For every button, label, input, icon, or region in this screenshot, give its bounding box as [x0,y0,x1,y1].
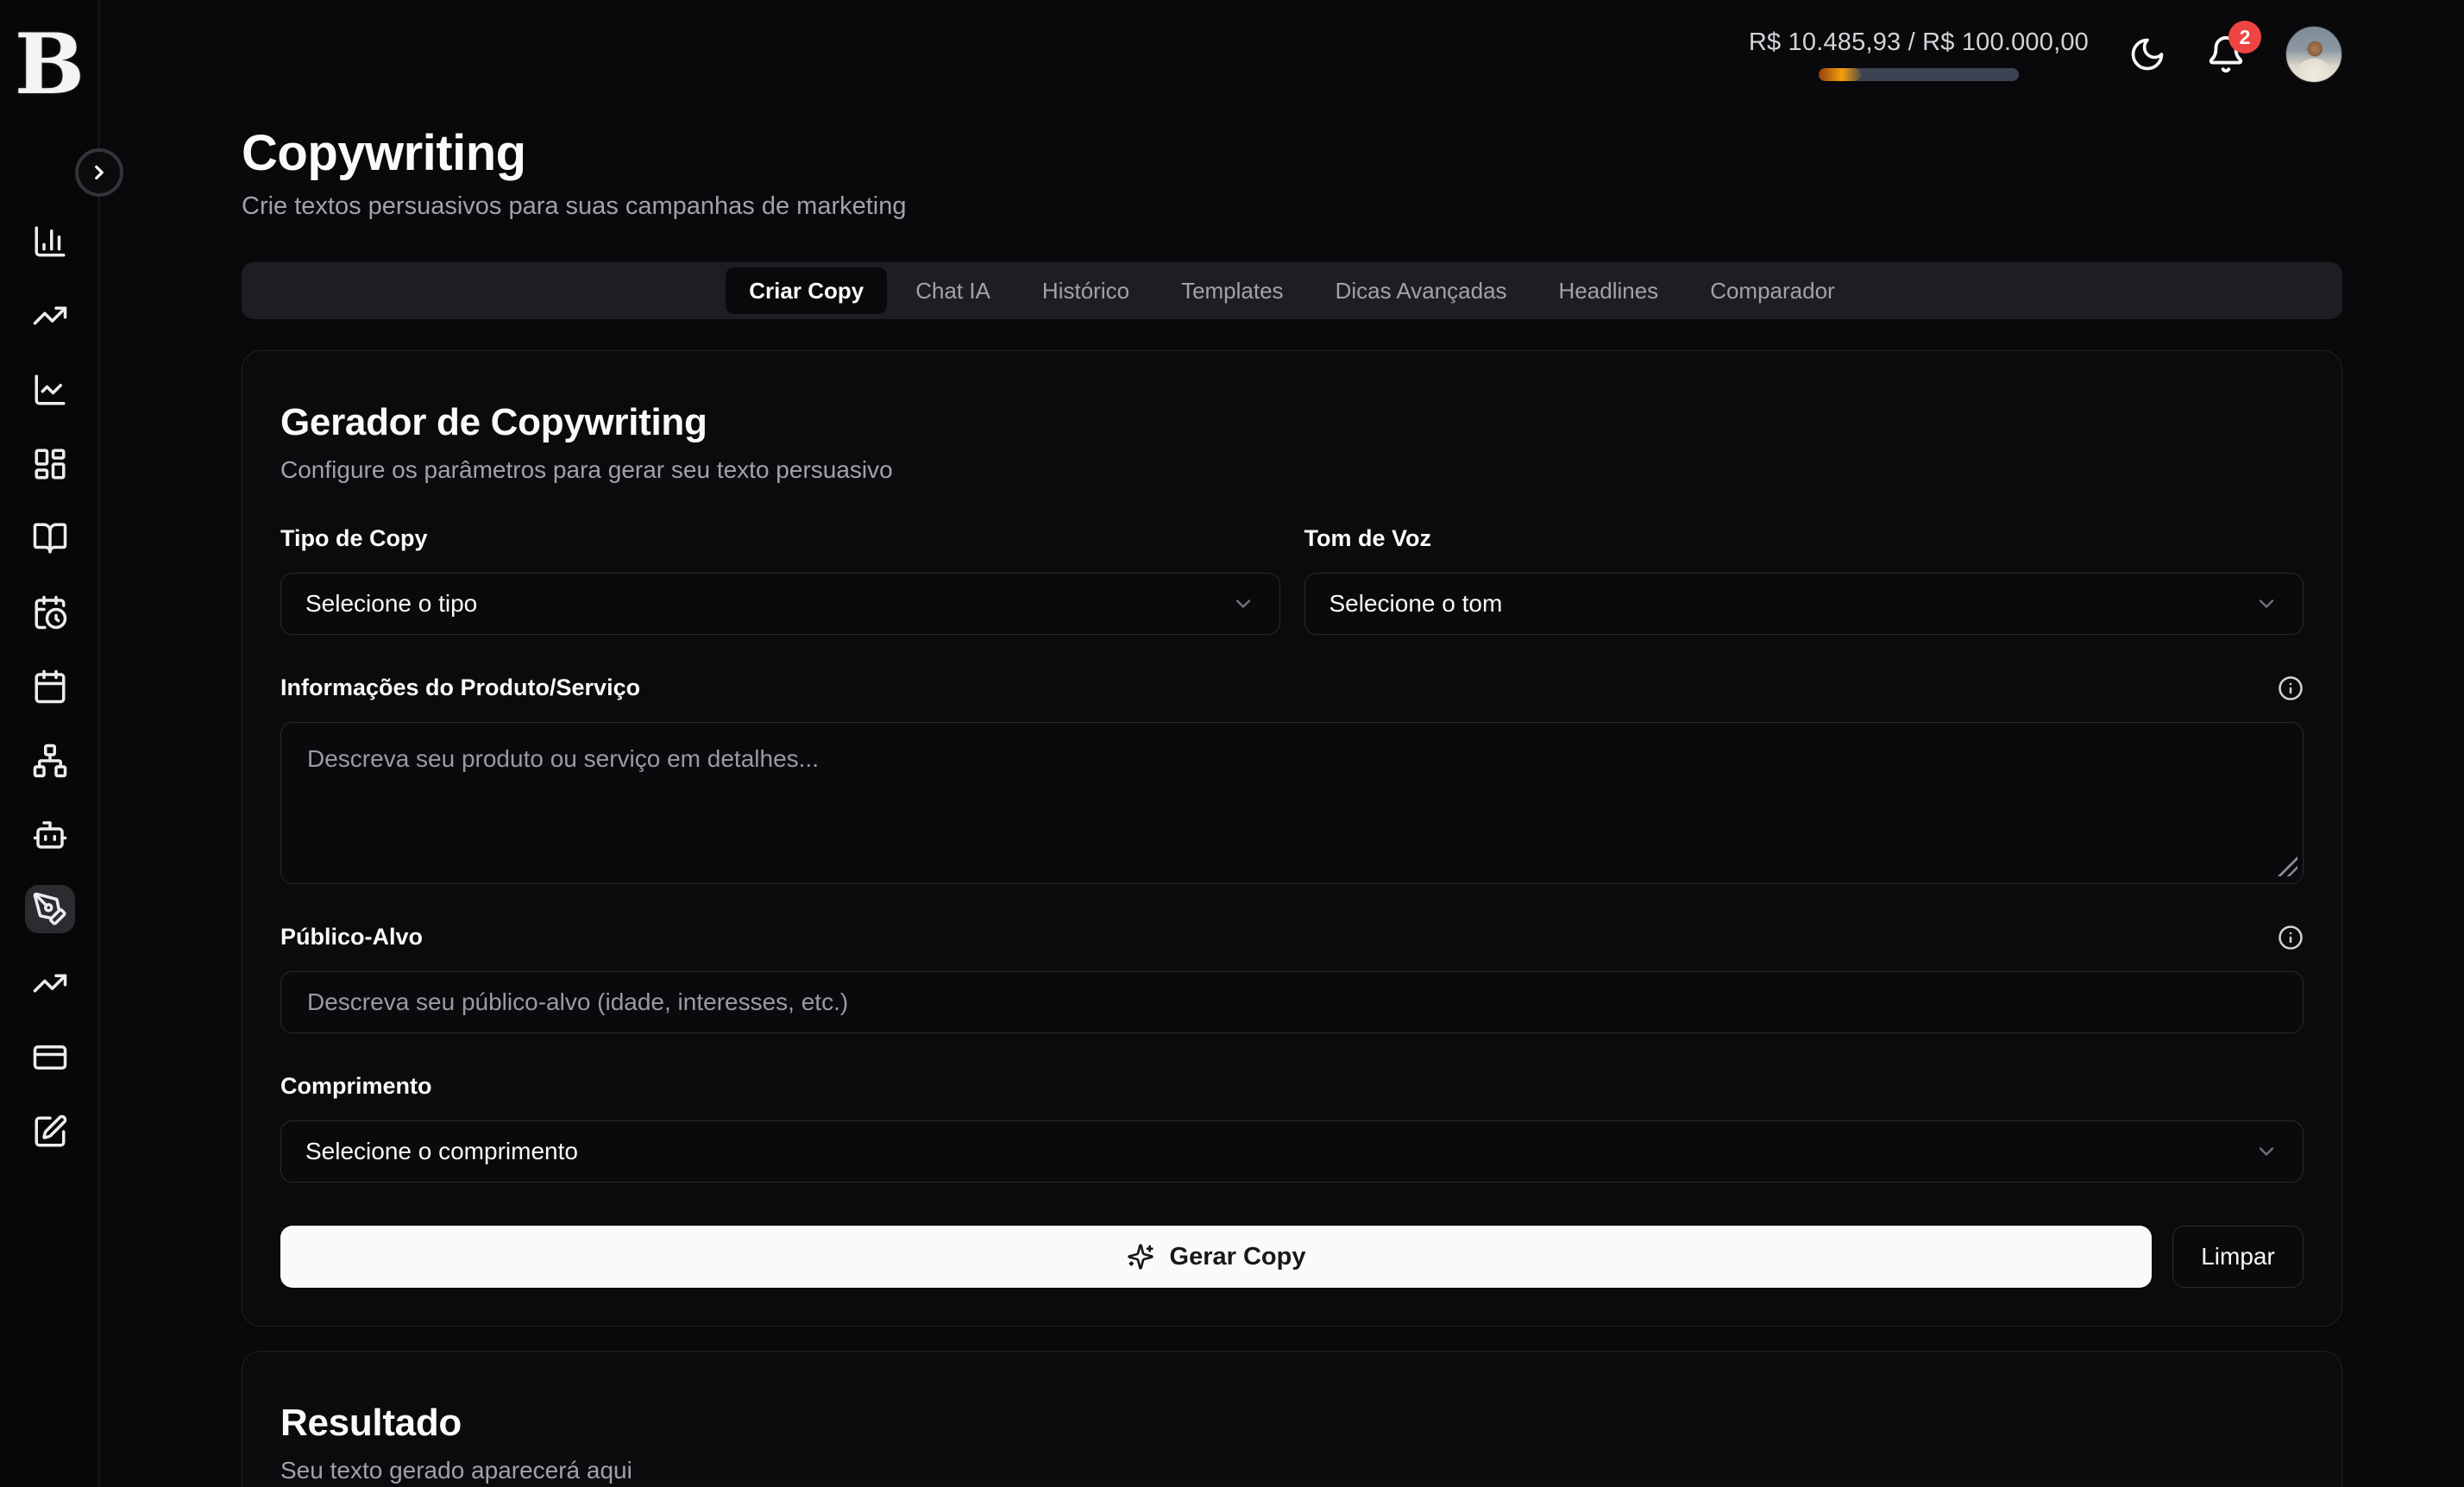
sidebar-collapse-button[interactable] [75,148,123,197]
tone-select[interactable]: Selecione o tom [1304,573,2304,635]
generator-card-title: Gerador de Copywriting [280,401,2304,444]
length-select[interactable]: Selecione o comprimento [280,1120,2304,1183]
page-header: Copywriting Crie textos persuasivos para… [242,124,2342,221]
tab-bar: Criar Copy Chat IA Histórico Templates D… [242,262,2342,319]
audience-label: Público-Alvo [280,924,2278,951]
credit-card-icon [32,1039,68,1076]
user-avatar[interactable] [2285,26,2342,83]
sidebar-item-calendar[interactable] [25,662,75,711]
trending-up-icon [32,298,68,334]
theme-toggle-button[interactable] [2128,35,2166,73]
moon-icon [2128,35,2166,73]
tab-templates[interactable]: Templates [1158,267,1307,314]
sidebar-item-copywriting[interactable] [25,885,75,933]
action-buttons: Gerar Copy Limpar [280,1226,2304,1288]
notification-count-badge: 2 [2228,21,2261,53]
select-row: Tipo de Copy Selecione o tipo Tom de Voz… [280,525,2304,635]
info-icon[interactable] [2278,675,2304,701]
app-logo: B [0,0,99,129]
length-label: Comprimento [280,1073,2304,1100]
sparkles-icon [1127,1243,1154,1271]
tab-dicas-avancadas[interactable]: Dicas Avançadas [1312,267,1531,314]
result-card: Resultado Seu texto gerado aparecerá aqu… [242,1351,2342,1487]
copy-type-select[interactable]: Selecione o tipo [280,573,1280,635]
product-info-label: Informações do Produto/Serviço [280,674,2278,701]
tone-label: Tom de Voz [1304,525,2304,552]
bot-icon [32,817,68,853]
tab-historico[interactable]: Histórico [1019,267,1153,314]
chevron-down-icon [2254,592,2279,616]
chevron-right-icon [88,161,110,184]
audience-input[interactable] [280,971,2304,1033]
chart-column-icon [32,223,68,260]
tab-headlines[interactable]: Headlines [1536,267,1682,314]
generator-card-subtitle: Configure os parâmetros para gerar seu t… [280,456,2304,484]
copy-type-label: Tipo de Copy [280,525,1280,552]
main-content: R$ 10.485,93 / R$ 100.000,00 2 Copywriti… [99,0,2464,1487]
sidebar-item-trends[interactable] [25,292,75,340]
generate-copy-button[interactable]: Gerar Copy [280,1226,2152,1288]
page-subtitle: Crie textos persuasivos para suas campan… [242,192,2342,221]
notifications-button[interactable]: 2 [2206,35,2246,74]
result-card-title: Resultado [280,1402,2304,1445]
length-field: Comprimento Selecione o comprimento [280,1073,2304,1183]
sidebar-item-ai-assistant[interactable] [25,811,75,859]
sidebar-item-dashboard[interactable] [25,440,75,488]
tone-field: Tom de Voz Selecione o tom [1304,525,2304,635]
calendar-clock-icon [32,594,68,631]
chevron-down-icon [2254,1139,2279,1164]
sidebar-item-billing[interactable] [25,1033,75,1082]
sidebar-item-funnel[interactable] [25,737,75,785]
sidebar-nav [0,217,99,1156]
budget-usage: R$ 10.485,93 / R$ 100.000,00 [1749,28,2089,81]
network-icon [32,743,68,779]
tab-comparador[interactable]: Comparador [1687,267,1858,314]
clear-button[interactable]: Limpar [2172,1226,2304,1288]
page-title: Copywriting [242,124,2342,182]
topbar: R$ 10.485,93 / R$ 100.000,00 2 [242,0,2342,102]
pen-tool-icon [32,891,68,927]
sidebar-item-schedule[interactable] [25,588,75,637]
layout-dashboard-icon [32,446,68,482]
sidebar-item-growth[interactable] [25,959,75,1007]
budget-usage-text: R$ 10.485,93 / R$ 100.000,00 [1749,28,2089,57]
product-info-textarea[interactable] [280,722,2304,884]
info-icon[interactable] [2278,925,2304,951]
generate-copy-label: Gerar Copy [1170,1243,1306,1271]
book-open-icon [32,520,68,556]
sidebar: B [0,0,99,1487]
length-select-value: Selecione o comprimento [305,1138,578,1165]
sidebar-item-analytics[interactable] [25,217,75,266]
audience-field: Público-Alvo [280,924,2304,1033]
result-card-subtitle: Seu texto gerado aparecerá aqui [280,1457,2304,1484]
square-pen-icon [32,1114,68,1150]
trending-up-icon [32,965,68,1001]
chart-line-icon [32,372,68,408]
chevron-down-icon [1231,592,1255,616]
tab-criar-copy[interactable]: Criar Copy [726,267,887,314]
calendar-icon [32,668,68,705]
product-info-field: Informações do Produto/Serviço [280,674,2304,884]
budget-progress-bar [1819,68,2019,81]
sidebar-item-library[interactable] [25,514,75,562]
tab-chat-ia[interactable]: Chat IA [892,267,1014,314]
tone-select-value: Selecione o tom [1329,590,1503,618]
budget-progress-fill [1819,68,1861,81]
generator-card: Gerador de Copywriting Configure os parâ… [242,350,2342,1327]
copy-type-field: Tipo de Copy Selecione o tipo [280,525,1280,635]
sidebar-item-metrics[interactable] [25,366,75,414]
copy-type-select-value: Selecione o tipo [305,590,477,618]
sidebar-item-editor[interactable] [25,1107,75,1156]
